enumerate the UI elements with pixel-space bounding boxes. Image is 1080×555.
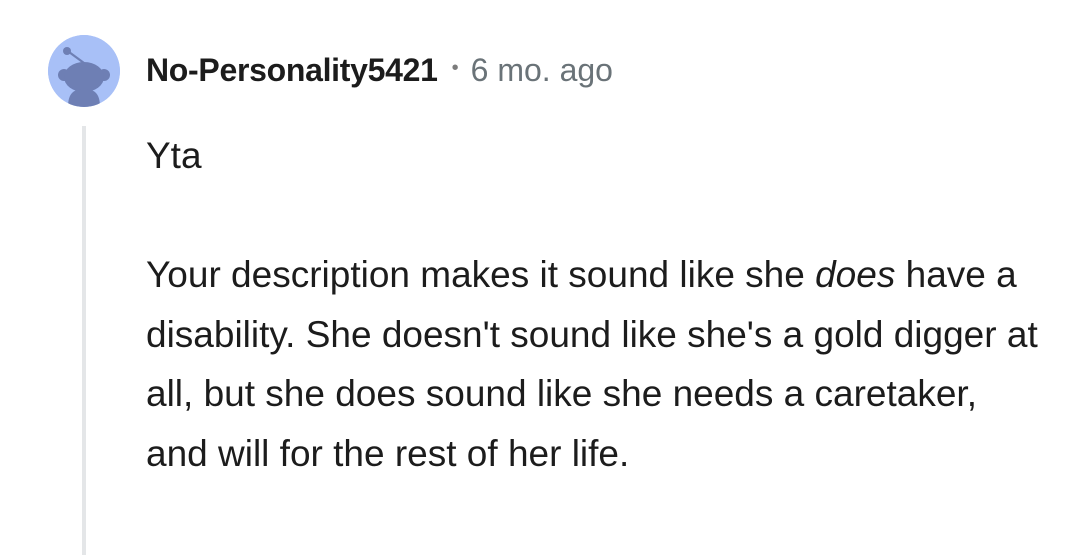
comment-body: Yta Your description makes it sound like…	[146, 126, 1046, 483]
author-username[interactable]: No-Personality5421	[146, 52, 438, 89]
timestamp[interactable]: 6 mo. ago	[471, 52, 613, 89]
comment-paragraph: Your description makes it sound like she…	[146, 245, 1046, 483]
comment-header: No-Personality5421 • 6 mo. ago	[146, 50, 613, 90]
comment-text: Your description makes it sound like she	[146, 254, 816, 295]
comment-emphasis: does	[815, 254, 896, 295]
thread-collapse-line[interactable]	[82, 126, 86, 555]
snoo-avatar-icon	[48, 35, 120, 107]
comment-paragraph: Yta	[146, 135, 202, 176]
separator-dot: •	[451, 56, 459, 79]
avatar[interactable]	[48, 35, 120, 107]
